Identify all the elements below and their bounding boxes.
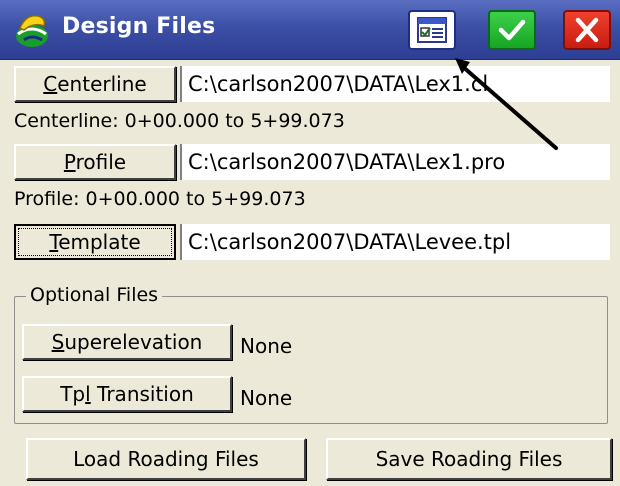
template-path: C:\carlson2007\DATA\Levee.tpl xyxy=(180,224,610,260)
centerline-button-label: enterline xyxy=(57,72,147,96)
profile-button-accel: P xyxy=(63,150,76,174)
tpl-transition-button[interactable]: Tpl Transition xyxy=(22,376,232,412)
profile-button-label: rofile xyxy=(75,150,127,174)
centerline-range: Centerline: 0+00.000 to 5+99.073 xyxy=(14,110,345,132)
template-button-accel: T xyxy=(49,230,59,254)
tpl-transition-label-start: Tp xyxy=(60,382,86,406)
template-button-label: emplate xyxy=(58,230,141,254)
profile-button[interactable]: Profile xyxy=(14,144,176,180)
save-roading-files-button[interactable]: Save Roading Files xyxy=(326,438,612,480)
ok-button[interactable] xyxy=(488,10,536,50)
template-button-focus: Template xyxy=(18,228,172,256)
close-icon xyxy=(575,17,599,43)
profile-path: C:\carlson2007\DATA\Lex1.pro xyxy=(180,144,610,180)
options-list-icon xyxy=(417,17,447,43)
load-roading-files-button[interactable]: Load Roading Files xyxy=(26,438,306,480)
close-button[interactable] xyxy=(563,10,611,50)
optional-files-label: Optional Files xyxy=(26,284,163,306)
checkmark-icon xyxy=(498,19,526,41)
template-button[interactable]: Template xyxy=(14,224,176,260)
superelevation-value: None xyxy=(240,334,293,358)
centerline-button-accel: C xyxy=(43,72,58,96)
centerline-path: C:\carlson2007\DATA\Lex1.cl xyxy=(180,66,610,102)
title-bar: Design Files xyxy=(0,0,620,60)
design-files-dialog: Design Files Centerline C:\carlson2007\D… xyxy=(0,0,620,486)
options-button[interactable] xyxy=(408,10,456,50)
superelevation-button-accel: S xyxy=(51,330,65,354)
superelevation-button[interactable]: Superelevation xyxy=(22,324,232,360)
superelevation-button-label: uperelevation xyxy=(64,330,203,354)
carlson-app-icon xyxy=(12,10,52,50)
profile-range: Profile: 0+00.000 to 5+99.073 xyxy=(14,188,306,210)
tpl-transition-label-end: Transition xyxy=(90,382,194,406)
tpl-transition-value: None xyxy=(240,386,293,410)
window-title: Design Files xyxy=(62,14,216,39)
centerline-button[interactable]: Centerline xyxy=(14,66,176,102)
